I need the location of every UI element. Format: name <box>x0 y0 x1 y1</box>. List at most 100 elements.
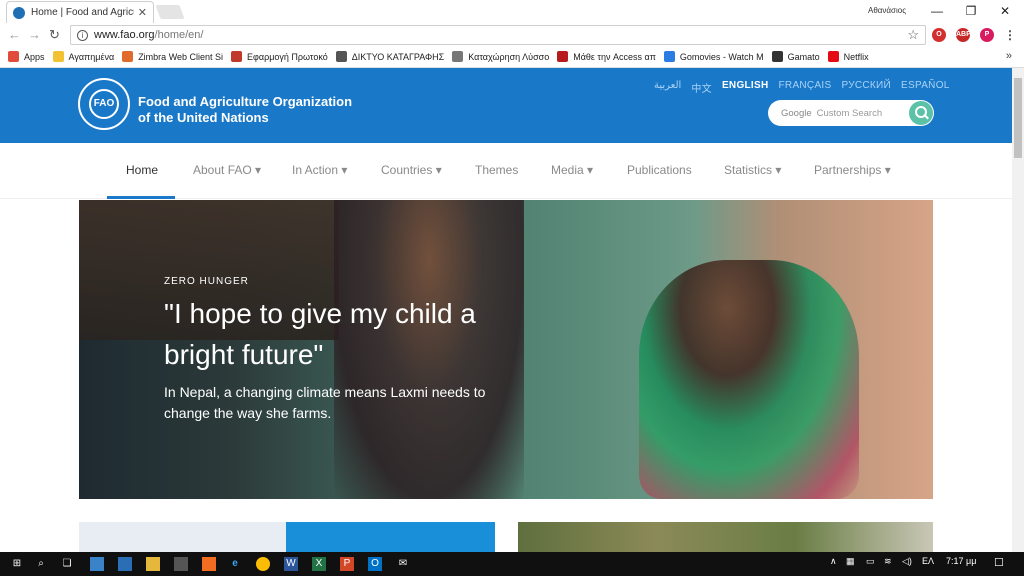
info-icon[interactable]: i <box>77 29 88 41</box>
card-3-image[interactable] <box>518 522 933 552</box>
pinterest-icon[interactable]: P <box>980 28 994 42</box>
input-language[interactable]: ΕΛ <box>922 556 934 566</box>
back-icon[interactable]: ← <box>8 27 21 42</box>
tray-chevron-icon[interactable]: ∧ <box>830 556 837 567</box>
excel-icon[interactable]: X <box>312 557 326 571</box>
language-option[interactable]: РУССКИЙ <box>841 80 891 95</box>
volume-icon[interactable]: ◁) <box>902 556 912 567</box>
clock-time[interactable]: 7:17 μμ <box>946 556 976 566</box>
restore-icon[interactable]: ❐ <box>956 2 986 20</box>
bookmark-item[interactable]: Καταχώρηση Λύσσο <box>452 51 549 62</box>
wifi-icon[interactable]: ≋ <box>884 556 892 567</box>
bookmark-icon <box>827 51 839 62</box>
bookmark-label: Gamato <box>787 51 820 62</box>
task-view-icon[interactable]: ❏ <box>60 557 74 571</box>
menu-icon[interactable]: ⋮ <box>1003 28 1017 42</box>
file-explorer-icon[interactable] <box>146 557 160 571</box>
extension-opera-icon[interactable]: O <box>932 28 946 42</box>
app-icon-orange[interactable] <box>202 557 216 571</box>
bookmark-label: Μάθε την Access απ <box>573 51 656 62</box>
nav-item[interactable]: About FAO ▾ <box>193 163 261 177</box>
card-2[interactable] <box>286 522 495 552</box>
search-taskbar-icon[interactable]: ⌕ <box>34 557 48 571</box>
card-1[interactable] <box>79 522 287 552</box>
language-option[interactable]: العربية <box>654 80 681 95</box>
language-option[interactable]: 中文 <box>691 80 712 95</box>
hero-headline[interactable]: "I hope to give my child a bright future… <box>164 293 494 375</box>
nav-item[interactable]: Countries ▾ <box>381 163 442 177</box>
outlook-icon[interactable]: O <box>368 557 382 571</box>
nav-item[interactable]: Statistics ▾ <box>724 163 781 177</box>
reload-icon[interactable]: ↻ <box>49 27 60 43</box>
mail-icon[interactable]: ✉ <box>396 557 410 571</box>
nav-item[interactable]: Themes <box>475 163 518 177</box>
bookmark-icon <box>231 51 243 62</box>
bookmark-icon <box>452 51 464 62</box>
app-icon-2[interactable] <box>118 557 132 571</box>
scrollbar-thumb[interactable] <box>1014 78 1022 158</box>
more-bookmarks-icon[interactable]: » <box>1006 50 1012 62</box>
nav-item[interactable]: Partnerships ▾ <box>814 163 891 177</box>
main-nav: Home About FAO ▾ In Action ▾ Countries ▾ The… <box>0 143 1012 199</box>
adblock-icon[interactable]: ABP <box>956 28 971 42</box>
language-option[interactable]: FRANÇAIS <box>779 80 832 95</box>
bookmark-icon <box>663 51 675 62</box>
minimize-icon[interactable]: — <box>922 2 952 20</box>
browser-toolbar: ← → ↻ i www.fao.org/home/en/ ☆ <box>0 24 1024 46</box>
apps-grid-icon <box>8 51 19 62</box>
battery-icon[interactable]: ▭ <box>866 556 875 567</box>
fao-logo[interactable]: FAO <box>78 78 130 130</box>
hero-kicker: ZERO HUNGER <box>164 276 249 287</box>
bookmark-item[interactable]: Εφαρμογή Πρωτοκό <box>231 51 328 62</box>
nav-item[interactable]: Home <box>126 163 158 177</box>
close-window-icon[interactable]: ✕ <box>990 2 1020 20</box>
bookmark-item[interactable]: Αγαπημένα <box>52 51 115 62</box>
org-name[interactable]: Food and Agriculture Organization of the… <box>138 94 352 126</box>
bookmark-item[interactable]: Gamato <box>771 51 820 62</box>
search-icon[interactable] <box>909 101 933 125</box>
bookmark-item[interactable]: Μάθε την Access απ <box>557 51 656 62</box>
nav-item[interactable]: In Action ▾ <box>292 163 347 177</box>
bookmark-item[interactable]: Netflix <box>827 51 869 62</box>
app-icon-1[interactable] <box>90 557 104 571</box>
edge-icon[interactable]: e <box>228 557 242 571</box>
language-option[interactable]: ENGLISH <box>722 80 769 95</box>
powerpoint-icon[interactable]: P <box>340 557 354 571</box>
bookmark-star-icon[interactable]: ☆ <box>907 27 919 43</box>
bookmark-icon <box>771 51 783 62</box>
bookmark-item[interactable]: ΔΙΚΤΥΟ ΚΑΤΑΓΡΑΦΗΣ <box>335 51 445 62</box>
bookmark-item[interactable]: Gomovies - Watch M <box>663 51 764 62</box>
forward-icon[interactable]: → <box>28 27 41 42</box>
nav-item[interactable]: Media ▾ <box>551 163 593 177</box>
url-path: /home/en/ <box>154 29 204 41</box>
search-box[interactable]: Google Custom Search <box>768 100 934 126</box>
bookmark-label: Gomovies - Watch M <box>679 51 764 62</box>
language-option[interactable]: ESPAÑOL <box>901 80 950 95</box>
bookmark-item[interactable]: Zimbra Web Client Si <box>122 51 223 62</box>
fao-logo-text: FAO <box>89 89 119 119</box>
tab-title: Home | Food and Agricu <box>31 7 134 18</box>
bookmark-icon <box>557 51 569 62</box>
notifications-icon[interactable]: ☐ <box>994 556 1004 569</box>
bookmark-label: Αγαπημένα <box>68 51 115 62</box>
language-switcher: العربية 中文 ENGLISH FRANÇAIS РУССКИЙ ESPAÑOL <box>654 80 950 95</box>
page-scrollbar[interactable] <box>1012 68 1024 552</box>
store-icon[interactable] <box>174 557 188 571</box>
new-tab-button[interactable] <box>155 5 185 19</box>
bookmark-label: ΔΙΚΤΥΟ ΚΑΤΑΓΡΑΦΗΣ <box>351 51 445 62</box>
bookmark-label: Apps <box>24 51 45 62</box>
word-icon[interactable]: W <box>284 557 298 571</box>
start-windows-icon[interactable]: ⊞ <box>10 557 24 571</box>
nav-item[interactable]: Publications <box>627 163 692 177</box>
bookmark-item[interactable]: Apps <box>8 51 45 62</box>
address-bar[interactable]: i www.fao.org/home/en/ ☆ <box>70 25 926 45</box>
close-tab-icon[interactable]: ✕ <box>138 6 147 19</box>
bookmark-icon <box>52 51 64 62</box>
bookmark-label: Zimbra Web Client Si <box>138 51 224 62</box>
browser-tab[interactable]: Home | Food and Agricu ✕ <box>6 1 154 23</box>
profile-name[interactable]: Αθανάσιος <box>868 6 906 15</box>
tray-app-icon[interactable]: ▦ <box>846 556 855 567</box>
chrome-icon[interactable] <box>256 557 270 571</box>
org-name-line2: of the United Nations <box>138 110 269 125</box>
search-placeholder: Custom Search <box>816 107 883 119</box>
